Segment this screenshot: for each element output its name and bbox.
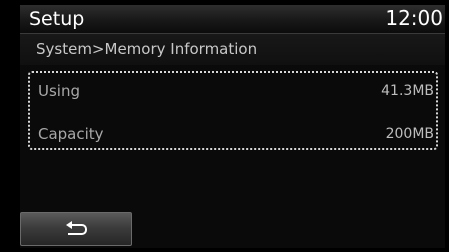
using-value: 41.3MB <box>381 83 434 99</box>
memory-row-using: Using 41.3MB <box>30 76 436 106</box>
page-title: Setup <box>29 8 85 30</box>
return-arrow-icon <box>66 221 87 235</box>
capacity-value: 200MB <box>385 126 434 142</box>
title-bar: Setup 12:00 <box>20 5 445 34</box>
memory-row-capacity: Capacity 200MB <box>30 119 436 149</box>
back-button[interactable] <box>20 212 132 246</box>
using-label: Using <box>38 82 80 100</box>
breadcrumb: System>Memory Information <box>20 34 445 65</box>
setup-screen: Setup 12:00 System>Memory Information Us… <box>0 0 449 252</box>
clock: 12:00 <box>385 6 443 30</box>
memory-info-list[interactable]: Using 41.3MB Capacity 200MB <box>28 71 438 150</box>
capacity-label: Capacity <box>38 125 104 143</box>
breadcrumb-text: System>Memory Information <box>36 40 258 58</box>
